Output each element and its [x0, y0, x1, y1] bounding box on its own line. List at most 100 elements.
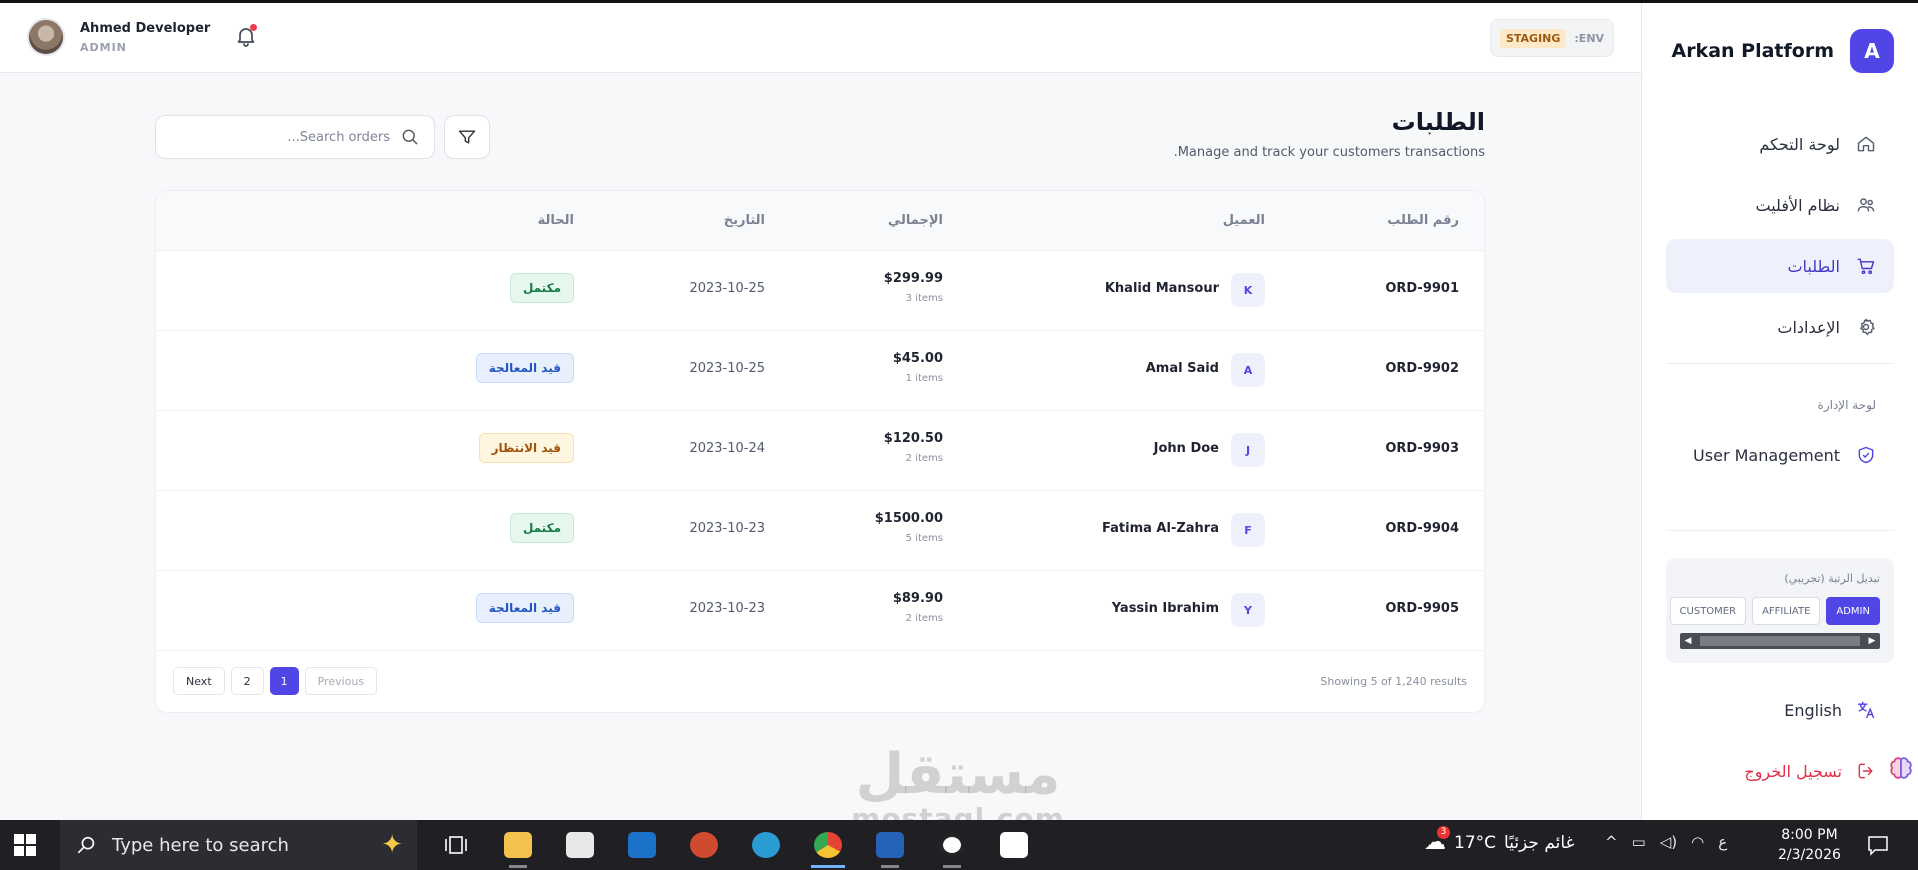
- customer-avatar: F: [1231, 513, 1265, 547]
- home-icon: [1856, 134, 1876, 154]
- customer-avatar: K: [1231, 273, 1265, 307]
- top-header: Ahmed Developer ADMIN :ENV STAGING: [0, 3, 1641, 73]
- chevron-up-icon[interactable]: ^: [1605, 833, 1618, 851]
- previous-page-button[interactable]: Previous: [304, 667, 378, 695]
- weather-widget[interactable]: ☁ 3 17°C غائم جزئيًا: [1424, 826, 1575, 855]
- table-row[interactable]: ORD-9902 A Amal Said $45.00 1 items 2023…: [156, 331, 1484, 411]
- taskbar-search[interactable]: Type here to search ✦: [60, 820, 417, 870]
- filter-button[interactable]: [444, 115, 490, 159]
- customer-avatar: J: [1231, 433, 1265, 467]
- capcut-icon[interactable]: [983, 820, 1045, 870]
- brain-icon[interactable]: [1888, 755, 1914, 781]
- role-button-affiliate[interactable]: AFFILIATE: [1752, 597, 1821, 625]
- user-profile[interactable]: Ahmed Developer ADMIN: [27, 18, 210, 56]
- table-row[interactable]: ORD-9905 Y Yassin Ibrahim $89.90 2 items…: [156, 571, 1484, 651]
- scroll-left-icon[interactable]: ◀: [1682, 635, 1694, 647]
- orders-table-card: رقم الطلب العميل الإجمالي التاريخ الحالة…: [155, 190, 1485, 713]
- edge-icon[interactable]: [735, 820, 797, 870]
- table-row[interactable]: ORD-9903 J John Doe $120.50 2 items 2023…: [156, 411, 1484, 491]
- column-header-order[interactable]: رقم الطلب: [1387, 213, 1459, 228]
- sidebar-item-orders[interactable]: الطلبات: [1666, 239, 1894, 293]
- weather-condition: غائم جزئيًا: [1504, 832, 1575, 853]
- sidebar-item-label: لوحة التحكم: [1759, 134, 1840, 154]
- customer-name: Yassin Ibrahim: [1111, 601, 1219, 616]
- search-input[interactable]: [190, 129, 390, 145]
- order-id[interactable]: ORD-9902: [1385, 361, 1459, 376]
- sparkle-icon[interactable]: ✦: [381, 830, 403, 860]
- order-date: 2023-10-23: [689, 601, 765, 616]
- order-items: 3 items: [905, 293, 943, 304]
- order-id[interactable]: ORD-9905: [1385, 601, 1459, 616]
- wifi-icon[interactable]: ◠: [1691, 833, 1704, 851]
- role-button-admin[interactable]: ADMIN: [1826, 597, 1880, 625]
- order-id[interactable]: ORD-9904: [1385, 521, 1459, 536]
- language-switch[interactable]: English: [1784, 700, 1876, 720]
- notification-dot: [250, 24, 257, 31]
- scrollbar-thumb[interactable]: [1700, 636, 1860, 646]
- chrome-icon[interactable]: [797, 820, 859, 870]
- table-row[interactable]: ORD-9904 F Fatima Al-Zahra $1500.00 5 it…: [156, 491, 1484, 571]
- windows-taskbar: Type here to search ✦ ☁ 3 17°C غائم جزئيً…: [0, 820, 1918, 870]
- brand[interactable]: A Arkan Platform: [1671, 29, 1894, 73]
- outlook-icon[interactable]: [611, 820, 673, 870]
- column-header-status[interactable]: الحالة: [538, 213, 574, 228]
- next-page-button[interactable]: Next: [173, 667, 225, 695]
- main-nav: لوحة التحكم نظام الأفليت الطلبات الإعداد…: [1666, 117, 1894, 361]
- order-items: 5 items: [905, 533, 943, 544]
- order-total: $45.00: [892, 351, 943, 366]
- column-header-total[interactable]: الإجمالي: [888, 213, 943, 228]
- gear-icon: [1856, 317, 1876, 337]
- sidebar-item-label: الطلبات: [1787, 256, 1840, 276]
- customer-avatar: A: [1231, 353, 1265, 387]
- order-id[interactable]: ORD-9903: [1385, 441, 1459, 456]
- virtualbox-icon[interactable]: [859, 820, 921, 870]
- customer-avatar: Y: [1231, 593, 1265, 627]
- env-badge: STAGING: [1499, 28, 1567, 48]
- task-view-icon[interactable]: [425, 820, 487, 870]
- page-button[interactable]: 2: [230, 667, 264, 695]
- store-icon[interactable]: [549, 820, 611, 870]
- volume-icon[interactable]: ◁): [1660, 833, 1677, 851]
- horizontal-scrollbar[interactable]: ◀ ▶: [1680, 633, 1880, 649]
- role-button-customer[interactable]: CUSTOMER: [1669, 597, 1747, 625]
- clock[interactable]: 8:00 PM 2/3/2026: [1778, 825, 1841, 865]
- order-date: 2023-10-25: [689, 361, 765, 376]
- avatar[interactable]: [27, 18, 65, 56]
- sidebar-item-label: نظام الأفليت: [1755, 195, 1841, 215]
- input-language[interactable]: ع: [1718, 833, 1727, 851]
- role-options: ADMIN AFFILIATE CUSTOMER: [1669, 597, 1880, 625]
- cart-icon: [1856, 256, 1876, 276]
- table-row[interactable]: ORD-9901 K Khalid Mansour $299.99 3 item…: [156, 251, 1484, 331]
- notification-bell-icon[interactable]: [234, 24, 258, 48]
- column-header-date[interactable]: التاريخ: [724, 213, 765, 228]
- page-button-current[interactable]: 1: [269, 667, 299, 695]
- order-total: $299.99: [883, 271, 943, 286]
- powerpoint-icon[interactable]: [673, 820, 735, 870]
- brand-name: Arkan Platform: [1671, 40, 1834, 62]
- admin-section-label: لوحة الإدارة: [1817, 398, 1876, 412]
- search-box[interactable]: [155, 115, 435, 159]
- order-date: 2023-10-23: [689, 521, 765, 536]
- sidebar-item-user-management[interactable]: User Management: [1666, 428, 1894, 482]
- order-items: 2 items: [905, 613, 943, 624]
- logout-button[interactable]: تسجيل الخروج: [1744, 761, 1876, 781]
- column-header-customer[interactable]: العميل: [1223, 213, 1265, 228]
- obs-icon[interactable]: [921, 820, 983, 870]
- translate-icon: [1857, 701, 1875, 719]
- windows-start-icon[interactable]: [14, 834, 36, 856]
- notification-center-icon[interactable]: [1867, 834, 1889, 856]
- search-icon: [77, 836, 95, 854]
- sidebar-item-affiliate[interactable]: نظام الأفليت: [1666, 178, 1894, 232]
- taskbar-search-text: Type here to search: [112, 834, 289, 856]
- env-label: :ENV: [1574, 31, 1605, 45]
- search-icon: [402, 129, 418, 145]
- sidebar-item-settings[interactable]: الإعدادات: [1666, 300, 1894, 354]
- order-total: $89.90: [892, 591, 943, 606]
- file-explorer-icon[interactable]: [487, 820, 549, 870]
- battery-icon[interactable]: ▭: [1632, 833, 1646, 851]
- scroll-right-icon[interactable]: ▶: [1866, 635, 1878, 647]
- order-id[interactable]: ORD-9901: [1385, 281, 1459, 296]
- sidebar-item-dashboard[interactable]: لوحة التحكم: [1666, 117, 1894, 171]
- admin-nav: User Management: [1666, 428, 1894, 489]
- table-header: رقم الطلب العميل الإجمالي التاريخ الحالة: [156, 191, 1484, 251]
